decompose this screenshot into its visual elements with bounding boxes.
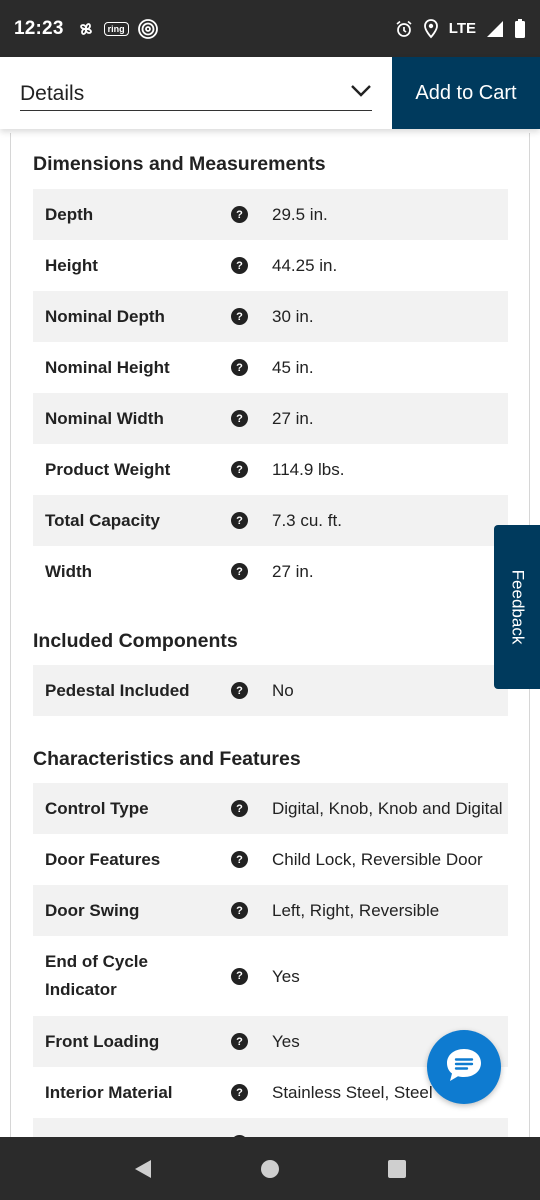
spec-name: Nominal Height <box>45 357 170 377</box>
spec-value: No <box>272 681 294 700</box>
spec-row: Stackable?Yes <box>33 1118 508 1137</box>
spec-row: Nominal Height? 45 in. <box>33 342 508 393</box>
spec-name: Depth <box>45 204 94 224</box>
spec-row: Width? 27 in. <box>33 546 508 597</box>
help-icon[interactable]: ? <box>231 967 248 985</box>
spec-value: 27 in. <box>272 409 314 428</box>
spec-value: Child Lock, Reversible Door <box>272 850 483 869</box>
spec-name: Nominal Width <box>45 408 164 428</box>
chat-icon <box>443 1046 485 1089</box>
help-icon[interactable]: ? <box>231 461 248 478</box>
help-icon[interactable]: ? <box>231 308 248 325</box>
specifications-content[interactable]: Dimensions and Measurements Depth? 29.5 in… <box>0 133 540 1137</box>
help-icon[interactable]: ? <box>231 563 248 580</box>
pinwheel-icon <box>76 19 96 39</box>
help-icon[interactable]: ? <box>231 410 248 427</box>
spec-name: Door Features <box>45 849 161 869</box>
chat-button[interactable] <box>427 1030 501 1104</box>
help-icon[interactable]: ? <box>231 682 248 699</box>
spec-row: Product Weight? 114.9 lbs. <box>33 444 508 495</box>
spec-value: 27 in. <box>272 562 314 581</box>
details-dropdown-label: Details <box>20 81 85 105</box>
spec-name: Pedestal Included <box>45 680 190 700</box>
spec-value: 29.5 in. <box>272 205 328 224</box>
home-icon[interactable] <box>250 1149 290 1189</box>
spec-row: Nominal Width? 27 in. <box>33 393 508 444</box>
spec-name: Nominal Depth <box>45 306 165 326</box>
spec-row: Door Swing? Left, Right, Reversible <box>33 885 508 936</box>
sticky-header: Details Add to Cart <box>0 57 540 129</box>
spec-row: Door Features? Child Lock, Reversible Doo… <box>33 834 508 885</box>
help-icon[interactable]: ? <box>231 359 248 376</box>
spec-row: Control Type? Digital, Knob, Knob and Dig… <box>33 783 508 834</box>
spec-name: Width <box>45 561 93 581</box>
spec-name: Height <box>45 255 98 275</box>
help-icon[interactable]: ? <box>231 206 248 223</box>
help-icon[interactable]: ? <box>231 512 248 529</box>
spec-name: Control Type <box>45 798 149 818</box>
help-icon[interactable]: ? <box>231 1033 248 1050</box>
ring-icon: ring <box>103 21 129 36</box>
help-icon[interactable]: ? <box>231 257 248 274</box>
status-bar: 12:23 ring LTE <box>0 0 540 57</box>
spec-value: 44.25 in. <box>272 256 338 275</box>
back-icon[interactable] <box>123 1149 163 1189</box>
battery-icon <box>514 18 526 39</box>
location-icon <box>423 18 439 39</box>
details-dropdown[interactable]: Details <box>20 77 372 111</box>
recents-icon[interactable] <box>377 1149 417 1189</box>
spec-name: End of Cycle Indicator <box>45 952 148 999</box>
spec-row: End of Cycle Indicator? Yes <box>33 936 508 1016</box>
section-title: Dimensions and Measurements <box>33 153 326 175</box>
help-icon[interactable]: ? <box>231 1084 248 1101</box>
spec-value: 30 in. <box>272 307 314 326</box>
spec-value: 45 in. <box>272 358 314 377</box>
add-to-cart-button[interactable]: Add to Cart <box>392 57 540 129</box>
help-icon[interactable]: ? <box>231 800 248 817</box>
section-title: Characteristics and Features <box>33 748 301 770</box>
spec-name: Product Weight <box>45 459 171 479</box>
status-right-icons: LTE <box>395 18 526 39</box>
spec-value: Left, Right, Reversible <box>272 901 440 920</box>
spec-value: Yes <box>272 966 300 986</box>
feedback-label: Feedback <box>508 569 528 645</box>
spec-row: Nominal Depth? 30 in. <box>33 291 508 342</box>
spec-value: 114.9 lbs. <box>272 460 345 479</box>
help-icon[interactable]: ? <box>231 902 248 919</box>
network-type: LTE <box>448 20 476 37</box>
spec-name: Front Loading <box>45 1031 160 1051</box>
section-title: Included Components <box>33 630 238 652</box>
spec-name: Interior Material <box>45 1082 173 1102</box>
spec-value: Digital, Knob, Knob and Digital <box>272 799 503 818</box>
status-left-icons: ring <box>76 18 159 40</box>
spec-row: Pedestal Included? No <box>33 665 508 716</box>
spec-row: Height? 44.25 in. <box>33 240 508 291</box>
spec-name: Door Swing <box>45 900 140 920</box>
spec-row: Depth? 29.5 in. <box>33 189 508 240</box>
spec-name: Total Capacity <box>45 510 160 530</box>
help-icon[interactable]: ? <box>231 851 248 868</box>
signal-icon <box>486 20 504 38</box>
specifications-card: Dimensions and Measurements Depth? 29.5 in… <box>10 133 530 1137</box>
alarm-icon <box>395 20 413 38</box>
spec-row: Total Capacity? 7.3 cu. ft. <box>33 495 508 546</box>
feedback-tab[interactable]: Feedback <box>494 525 540 689</box>
status-time: 12:23 <box>14 17 64 39</box>
spec-name: Stackable <box>45 1130 215 1138</box>
spec-value: 7.3 cu. ft. <box>272 511 342 530</box>
nfc-icon <box>137 18 159 40</box>
system-nav-bar <box>0 1137 540 1200</box>
chevron-down-icon <box>350 84 372 103</box>
